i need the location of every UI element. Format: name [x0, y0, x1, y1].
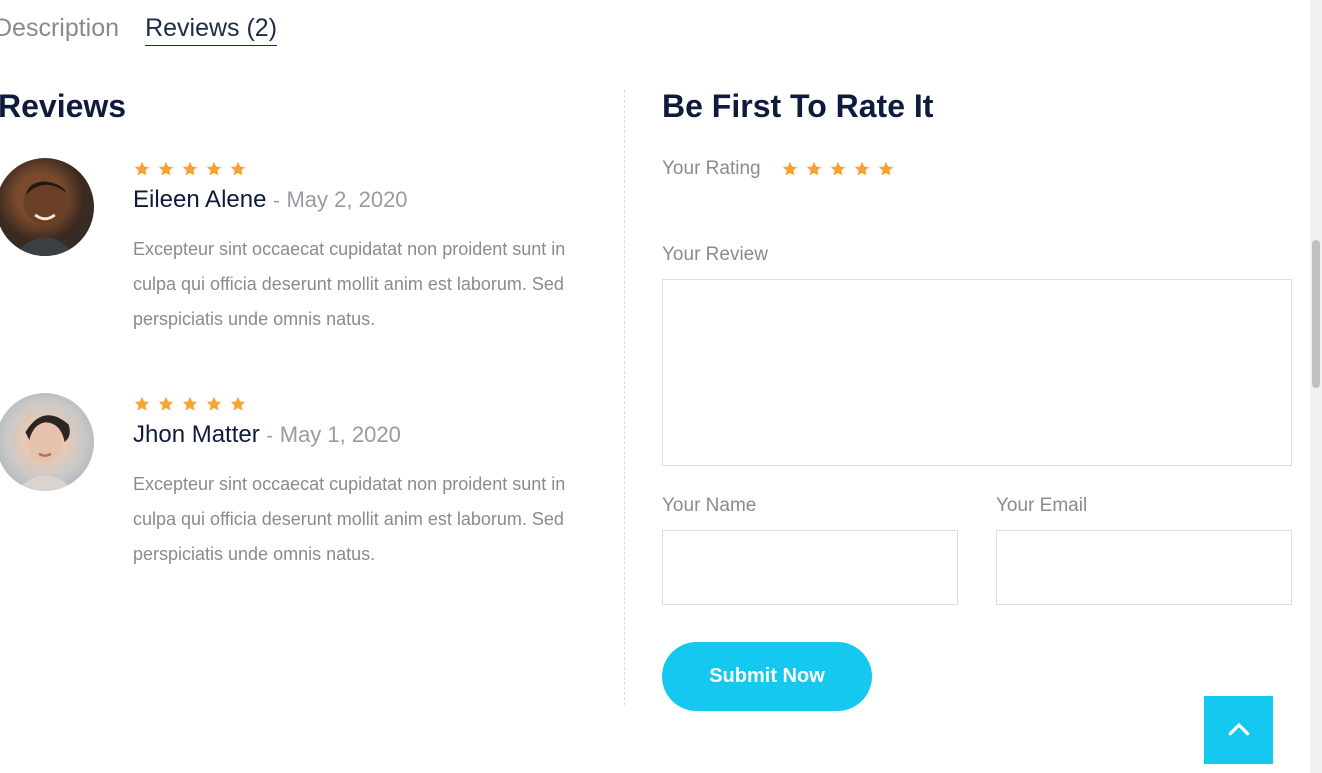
rating-label: Your Rating [662, 158, 761, 179]
chevron-up-icon [1228, 723, 1249, 736]
reviewer-name: Eileen Alene [133, 186, 267, 213]
reviewer-name: Jhon Matter [133, 421, 260, 448]
star-icon [133, 395, 151, 413]
reviewer-avatar [0, 158, 94, 256]
review-text: Excepteur sint occaecat cupidatat non pr… [133, 239, 566, 329]
email-input[interactable] [996, 530, 1292, 605]
star-icon [181, 160, 199, 178]
star-icon [229, 395, 247, 413]
review-date: May 2, 2020 [286, 187, 408, 212]
star-icon [157, 395, 175, 413]
review-form-heading: Be First To Rate It [662, 88, 934, 124]
review-header: Jhon Matter - May 1, 2020 [133, 421, 573, 449]
name-date-separator: - [266, 425, 274, 447]
review-body: Jhon Matter - May 1, 2020 Excepteur sint… [133, 393, 573, 572]
review-rating [133, 158, 573, 180]
review-text: Excepteur sint occaecat cupidatat non pr… [133, 474, 566, 564]
email-field-label: Your Email [996, 495, 1088, 516]
star-icon[interactable] [805, 160, 823, 178]
star-icon[interactable] [877, 160, 895, 178]
star-icon [205, 160, 223, 178]
page-scrollbar[interactable] [1310, 0, 1322, 773]
reviewer-avatar [0, 393, 94, 491]
review-textarea[interactable] [662, 279, 1292, 466]
review-rating [133, 393, 573, 415]
name-input[interactable] [662, 530, 958, 605]
star-icon[interactable] [829, 160, 847, 178]
star-icon[interactable] [853, 160, 871, 178]
star-icon[interactable] [781, 160, 799, 178]
review-date: May 1, 2020 [279, 422, 401, 447]
submit-review-button[interactable]: Submit Now [662, 642, 872, 711]
star-icon [205, 395, 223, 413]
product-tabs: Description Reviews (2) [0, 14, 278, 46]
star-icon [157, 160, 175, 178]
star-icon [229, 160, 247, 178]
name-date-separator: - [273, 190, 280, 212]
star-icon [181, 395, 199, 413]
back-to-top-button[interactable] [1204, 696, 1273, 764]
review-body: Eileen Alene - May 2, 2020 Excepteur sin… [133, 158, 573, 337]
review-header: Eileen Alene - May 2, 2020 [133, 186, 573, 214]
rating-row: Your Rating [662, 158, 895, 180]
column-divider [624, 90, 625, 705]
tab-reviews[interactable]: Reviews (2) [145, 14, 278, 46]
review-field-label: Your Review [662, 244, 768, 265]
rating-selector [781, 158, 895, 180]
tab-description[interactable]: Description [0, 14, 119, 46]
star-icon [133, 160, 151, 178]
reviews-heading: Reviews [0, 88, 127, 124]
name-field-label: Your Name [662, 495, 757, 516]
scrollbar-thumb[interactable] [1312, 240, 1320, 388]
